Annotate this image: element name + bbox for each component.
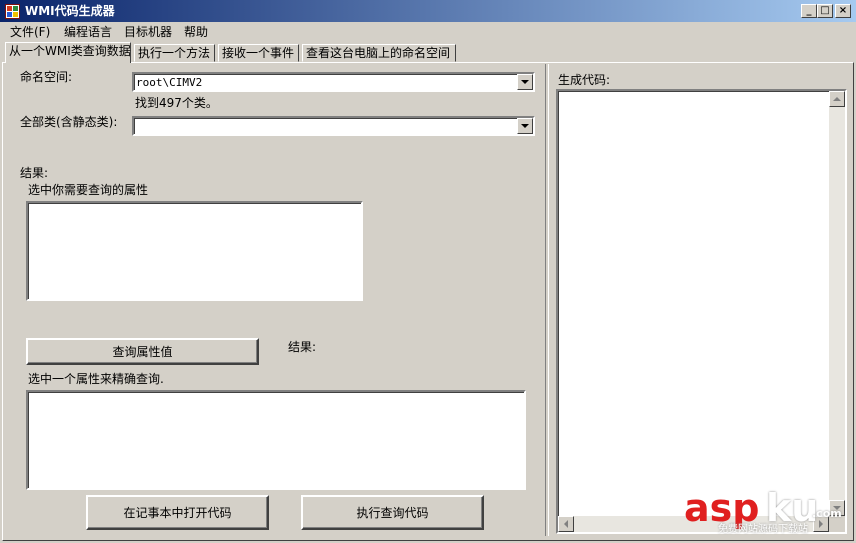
namespace-label: 命名空间: (20, 70, 73, 84)
close-button[interactable]: × (835, 4, 851, 18)
refine-query-list[interactable] (26, 390, 526, 490)
window-title: WMI代码生成器 (25, 4, 115, 18)
generated-code-label: 生成代码: (558, 73, 611, 87)
minimize-icon: _ (806, 5, 812, 16)
window-title-bar[interactable]: WMI代码生成器 _ □ × (0, 0, 856, 22)
close-icon: × (838, 5, 848, 16)
app-icon[interactable] (5, 4, 20, 19)
menu-target-machine[interactable]: 目标机器 (124, 24, 172, 40)
minimize-button[interactable]: _ (801, 4, 817, 18)
results-label-2: 结果: (288, 340, 317, 354)
watermark-brand-suffix: .com (812, 507, 842, 520)
generated-code-textbox[interactable] (556, 89, 847, 534)
run-query-code-button[interactable]: 执行查询代码 (301, 495, 484, 530)
found-classes-text: 找到497个类。 (135, 96, 218, 110)
class-combobox[interactable] (132, 116, 535, 136)
maximize-button[interactable]: □ (817, 4, 833, 18)
properties-hint: 选中你需要查询的属性 (28, 183, 149, 197)
class-label: 全部类(含静态类): (20, 115, 118, 129)
menu-file[interactable]: 文件(F) (10, 24, 50, 40)
scroll-up-icon[interactable] (829, 91, 845, 107)
watermark-logo: asp ku .com 免费网站源码下载站 (684, 486, 844, 538)
refine-query-hint: 选中一个属性来精确查询. (28, 372, 164, 386)
watermark-tagline: 免费网站源码下载站 (718, 524, 808, 535)
menu-help[interactable]: 帮助 (184, 24, 208, 40)
open-in-notepad-button[interactable]: 在记事本中打开代码 (86, 495, 269, 530)
tab-execute-method[interactable]: 执行一个方法 (134, 44, 215, 62)
tab-receive-event[interactable]: 接收一个事件 (218, 44, 299, 62)
namespace-dropdown-arrow-icon[interactable] (517, 74, 533, 90)
tab-browse-namespaces[interactable]: 查看这台电脑上的命名空间 (302, 44, 456, 62)
menu-bar: 文件(F) 编程语言 目标机器 帮助 (0, 22, 856, 42)
tab-query-wmi-class[interactable]: 从一个WMI类查询数据 (5, 42, 131, 63)
namespace-combobox[interactable]: root\CIMV2 (132, 72, 535, 92)
panel-splitter[interactable] (545, 64, 549, 536)
properties-list[interactable] (26, 201, 363, 301)
query-property-values-button[interactable]: 查询属性值 (26, 338, 259, 365)
class-dropdown-arrow-icon[interactable] (517, 118, 533, 134)
scroll-left-icon[interactable] (558, 516, 574, 532)
menu-programming-language[interactable]: 编程语言 (64, 24, 112, 40)
maximize-icon: □ (820, 5, 830, 16)
namespace-value: root\CIMV2 (136, 76, 203, 89)
results-label: 结果: (20, 166, 49, 180)
code-vertical-scrollbar[interactable] (829, 91, 845, 516)
